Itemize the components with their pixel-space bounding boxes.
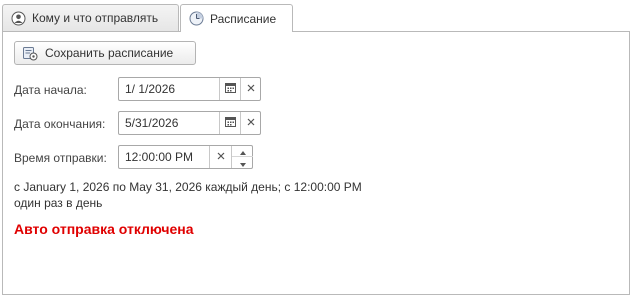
tab-schedule-label: Расписание — [210, 11, 277, 26]
schedule-panel: Сохранить расписание Дата начала: 1/ 1/2… — [2, 31, 630, 295]
calendar-button[interactable] — [219, 112, 240, 134]
clear-icon — [247, 83, 255, 95]
clear-button[interactable] — [209, 146, 231, 168]
spin-down-button[interactable] — [232, 157, 253, 168]
tab-schedule[interactable]: Расписание — [180, 4, 293, 32]
clear-icon — [247, 117, 255, 129]
calendar-button[interactable] — [219, 78, 240, 100]
clear-button[interactable] — [240, 112, 260, 134]
end-date-field[interactable]: 5/31/2026 — [118, 111, 261, 135]
save-schedule-label: Сохранить расписание — [45, 46, 174, 60]
send-time-label: Время отправки: — [14, 151, 107, 165]
clear-button[interactable] — [240, 78, 260, 100]
schedule-summary-line1: с January 1, 2026 по May 31, 2026 каждый… — [14, 180, 362, 194]
save-schedule-button[interactable]: Сохранить расписание — [14, 41, 196, 65]
calendar-icon — [224, 116, 236, 130]
chevron-down-icon — [239, 156, 246, 170]
tab-bar: Кому и что отправлять Расписание — [0, 0, 634, 32]
start-date-label: Дата начала: — [14, 83, 87, 97]
tab-recipients-label: Кому и что отправлять — [32, 11, 159, 25]
user-circle-icon — [11, 11, 26, 26]
clear-icon — [217, 151, 225, 163]
time-spinner[interactable] — [231, 146, 253, 168]
calendar-icon — [224, 82, 236, 96]
start-date-field[interactable]: 1/ 1/2026 — [118, 77, 261, 101]
end-date-value: 5/31/2026 — [125, 116, 179, 130]
end-date-label: Дата окончания: — [14, 117, 106, 131]
start-date-value: 1/ 1/2026 — [125, 82, 176, 96]
auto-send-status: Авто отправка отключена — [14, 221, 194, 237]
clock-globe-icon — [189, 11, 204, 26]
tab-recipients[interactable]: Кому и что отправлять — [2, 4, 179, 31]
send-time-value: 12:00:00 PM — [125, 150, 194, 164]
schedule-summary-line2: один раз в день — [14, 196, 103, 210]
send-time-field[interactable]: 12:00:00 PM — [118, 145, 253, 169]
schedule-settings-icon — [22, 45, 38, 61]
